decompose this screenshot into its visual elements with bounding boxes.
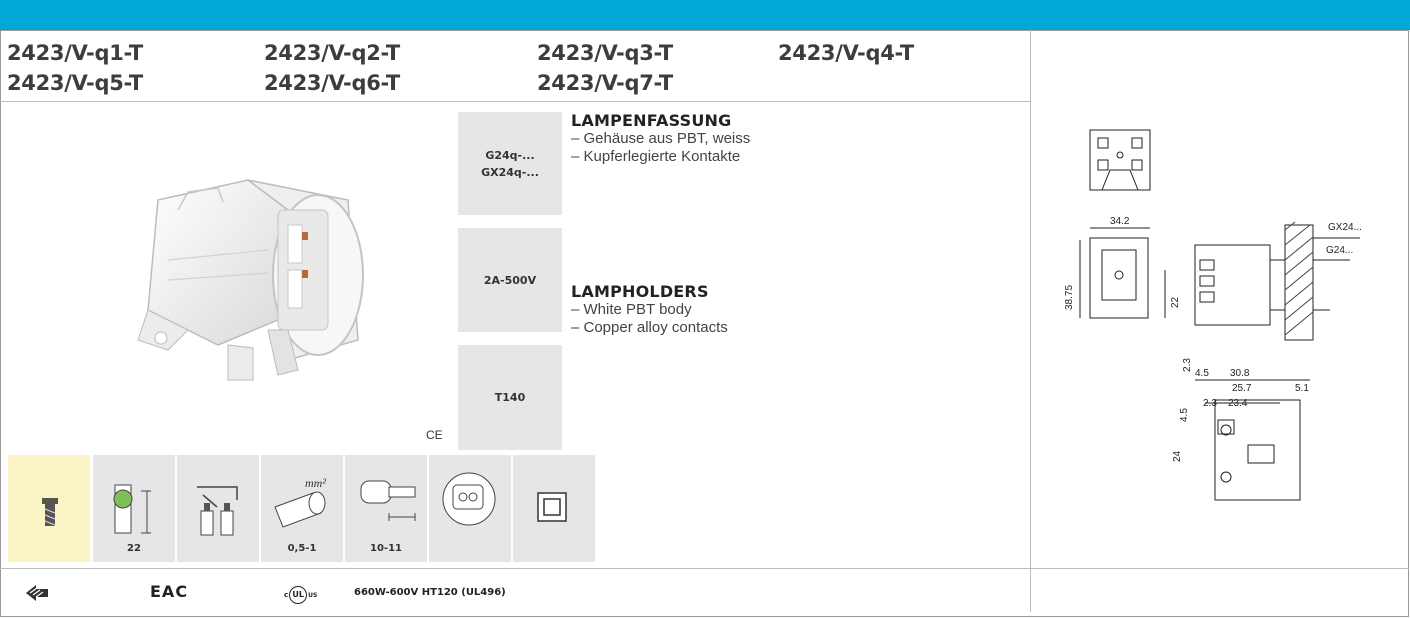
cul-us-mark: c UL US xyxy=(284,586,317,604)
unit-label: mm² xyxy=(305,476,326,490)
header-divider xyxy=(0,101,1030,102)
push-in-terminal-cell xyxy=(177,455,259,562)
side-view xyxy=(1194,221,1360,341)
class-ii-cell xyxy=(513,455,595,562)
dimension-label: 2.3 xyxy=(1182,358,1193,372)
class-ii-icon xyxy=(537,492,567,522)
ce-mark: CE xyxy=(426,428,443,442)
temperature-box: T140 xyxy=(458,345,562,450)
screw-icon xyxy=(42,498,58,526)
base-type: GX24q-... xyxy=(481,165,539,179)
dimension-label: GX24... xyxy=(1328,222,1362,233)
dimension-label: 4.5 xyxy=(1179,408,1190,422)
dimension-label: 4.5 xyxy=(1195,368,1209,379)
description-title-en: LAMPHOLDERS xyxy=(571,282,709,301)
ul-mark: UL xyxy=(289,586,308,604)
dimension-label: 22 xyxy=(1170,296,1181,308)
dimension-label: 24 xyxy=(1172,450,1183,462)
rating-value: 2A-500V xyxy=(483,273,537,287)
column-divider xyxy=(1030,30,1031,612)
description-item-de: – Gehäuse aus PBT, weiss xyxy=(571,130,751,147)
description-item-en: – White PBT body xyxy=(571,301,692,318)
strip-length-cell: 10-11 xyxy=(345,455,427,562)
ul-rating-text: 660W-600V HT120 (UL496) xyxy=(354,587,506,598)
dimension-label: 38.75 xyxy=(1064,285,1075,310)
test-plug-icon xyxy=(442,472,496,526)
technical-drawing: 34.2 38.75 22 2.3 GX24... G24... 4.5 30.… xyxy=(1064,129,1362,501)
dimension-label: 5.1 xyxy=(1295,383,1309,394)
ensec-mark-icon xyxy=(26,585,48,601)
top-accent-bar xyxy=(0,0,1410,30)
product-code: 2423/V-q1-T xyxy=(7,41,143,65)
base-type-box: G24q-... GX24q-... xyxy=(458,112,562,215)
product-code: 2423/V-q6-T xyxy=(264,71,400,95)
description-item-de: – Kupferlegierte Kontakte xyxy=(571,148,741,165)
dimension-label: 2.3 xyxy=(1203,398,1217,409)
dimension-label: 23.4 xyxy=(1228,398,1248,409)
push-in-terminal-icon xyxy=(197,486,238,536)
product-code: 2423/V-q5-T xyxy=(7,71,143,95)
product-code: 2423/V-q3-T xyxy=(537,41,673,65)
ul-us-text: US xyxy=(308,591,318,599)
test-plug-cell xyxy=(429,455,511,562)
front-view xyxy=(1089,129,1151,191)
panel-thickness-cell: 22 xyxy=(93,455,175,562)
icon-caption: 10-11 xyxy=(370,543,402,554)
rating-box: 2A-500V xyxy=(458,228,562,332)
footer-divider xyxy=(0,568,1409,569)
product-code: 2423/V-q7-T xyxy=(537,71,673,95)
dimension-label: 25.7 xyxy=(1232,383,1252,394)
ul-c-text: c xyxy=(284,591,289,599)
base-type: G24q-... xyxy=(485,148,535,162)
icon-caption: 0,5-1 xyxy=(287,543,317,554)
screw-fixing-cell xyxy=(8,455,90,562)
product-code: 2423/V-q4-T xyxy=(778,41,914,65)
dimension-label: G24... xyxy=(1326,245,1353,256)
dimension-label: 34.2 xyxy=(1110,216,1130,227)
eac-mark: EAC xyxy=(150,582,189,601)
description-title-de: LAMPENFASSUNG xyxy=(571,111,732,130)
lampholder-product-photo xyxy=(137,179,364,381)
description-item-en: – Copper alloy contacts xyxy=(571,319,728,336)
temperature-value: T140 xyxy=(494,391,526,404)
icon-caption: 22 xyxy=(127,543,141,554)
wire-section-cell: mm² 0,5-1 xyxy=(261,455,343,562)
dimension-label: 30.8 xyxy=(1230,368,1250,379)
dimensioned-front-view xyxy=(1079,227,1166,319)
product-code: 2423/V-q2-T xyxy=(264,41,400,65)
